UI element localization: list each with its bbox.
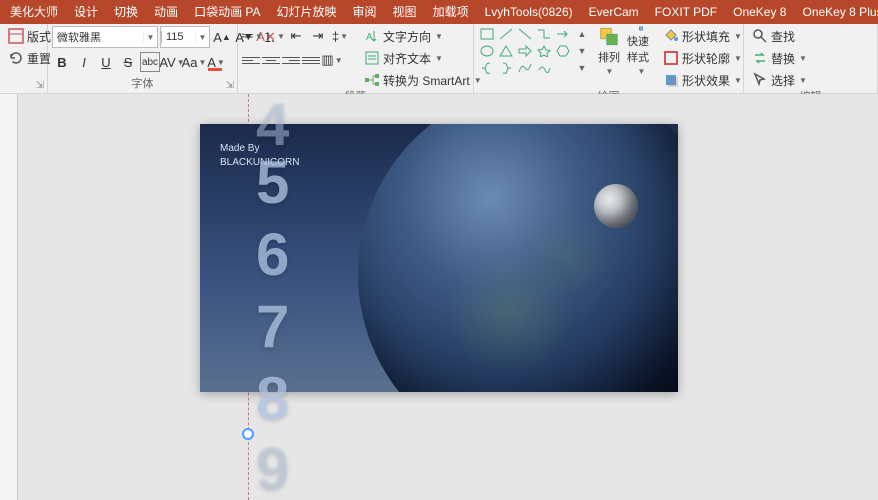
select-button[interactable]: 选择▼ [748,70,811,90]
underline-button[interactable]: U [96,52,116,72]
shape-connector[interactable] [535,26,553,42]
tab-beautify[interactable]: 美化大师 [2,0,66,24]
text-dir-icon: A [364,28,380,44]
columns[interactable]: ▥▼ [322,50,342,70]
shape-rarrow[interactable] [516,43,534,59]
group-font: 微软雅黑▼ 115▼ A▲ A▼ A✕ B I U S abc AV▼ Aa▼ … [48,24,238,93]
align-right[interactable] [282,52,300,68]
effects-icon [663,72,679,88]
vertical-ruler [0,94,18,500]
quickstyle-button[interactable]: 快速样式▼ [627,26,655,76]
number-8[interactable]: 8 [256,364,289,433]
number-7[interactable]: 7 [256,292,289,361]
tab-foxit[interactable]: FOXIT PDF [647,0,725,24]
arrange-icon [595,26,623,47]
tab-view[interactable]: 视图 [385,0,425,24]
align-text[interactable]: 对齐文本▼ [360,48,486,68]
quick-icon [627,26,655,31]
tab-animation[interactable]: 动画 [146,0,186,24]
shape-free[interactable] [535,60,553,76]
shape-fill[interactable]: 形状填充▼ [659,26,746,46]
shape-curve[interactable] [516,60,534,76]
align-justify[interactable] [302,52,320,68]
italic-button[interactable]: I [74,52,94,72]
select-icon [752,72,768,88]
shape-lbrace[interactable] [478,60,496,76]
char-spacing[interactable]: AV▼ [162,52,182,72]
replace-icon [752,50,768,66]
numbering[interactable]: ⒈▼ [264,26,284,46]
smartart-button[interactable]: 转换为 SmartArt▼ [360,70,486,90]
shape-arrow[interactable] [554,26,572,42]
selection-handle[interactable] [242,428,254,440]
replace-button[interactable]: 替换▼ [748,48,811,68]
tab-transition[interactable]: 切换 [106,0,146,24]
tab-slideshow[interactable]: 幻灯片放映 [269,0,345,24]
shape-rbrace[interactable] [497,60,515,76]
shape-hex[interactable] [554,43,572,59]
smartart-icon [364,72,380,88]
font-name-combo[interactable]: 微软雅黑▼ [52,26,158,48]
reset-icon [8,50,24,66]
moon-graphic [594,184,638,228]
textbox-button[interactable]: abc [140,52,160,72]
number-5[interactable]: 5 [256,148,289,217]
arrange-button[interactable]: 排列▼ [595,26,623,76]
font-group-label: 字体 [132,78,154,90]
earth-graphic [358,124,678,392]
ribbon: 版式▼ 重置 ⇲ 微软雅黑▼ 115▼ A▲ A▼ A✕ B I U S abc… [0,24,878,94]
indent-inc[interactable]: ⇥ [308,26,328,46]
align-text-icon [364,50,380,66]
tab-review[interactable]: 审阅 [345,0,385,24]
clipboard-launcher[interactable]: ⇲ [36,79,44,93]
shape-rect[interactable] [478,26,496,42]
font-size-combo[interactable]: 115▼ [160,26,210,48]
tab-addins[interactable]: 加载项 [425,0,477,24]
layout-icon [8,28,24,44]
font-color[interactable]: A▼ [206,52,226,72]
align-center[interactable] [262,52,280,68]
bullets[interactable]: ≔▼ [242,26,262,46]
shape-effects[interactable]: 形状效果▼ [659,70,746,90]
indent-dec[interactable]: ⇤ [286,26,306,46]
group-editing: 查找 替换▼ 选择▼ 编辑 [744,24,878,93]
font-launcher[interactable]: ⇲ [226,79,234,93]
shape-oval[interactable] [478,43,496,59]
outline-icon [663,50,679,66]
bold-button[interactable]: B [52,52,72,72]
search-icon [752,28,768,44]
ribbon-tabs: 美化大师 设计 切换 动画 口袋动画 PA 幻灯片放映 审阅 视图 加载项 Lv… [0,0,878,24]
shape-line2[interactable] [516,26,534,42]
text-direction[interactable]: A文字方向▼ [360,26,486,46]
grow-font[interactable]: A▲ [212,27,232,47]
svg-text:A: A [366,32,373,43]
shape-star[interactable] [535,43,553,59]
shapes-gallery[interactable]: ▲ ▼ ▼ [478,26,591,76]
group-drawing: ▲ ▼ ▼ 排列▼ 快速样式▼ 形状填充▼ 形状轮廓▼ 形状效果▼ [474,24,744,93]
tab-onekey8plus[interactable]: OneKey 8 Plus [794,0,878,24]
group-clipboard: 版式▼ 重置 ⇲ [0,24,48,93]
tab-onekey8[interactable]: OneKey 8 [725,0,794,24]
line-spacing[interactable]: ‡▼ [330,26,350,46]
tab-evercam[interactable]: EverCam [581,0,647,24]
shape-outline[interactable]: 形状轮廓▼ [659,48,746,68]
shape-line[interactable] [497,26,515,42]
tab-lvyh[interactable]: LvyhTools(0826) [477,0,581,24]
shape-blank [554,60,572,76]
shape-more[interactable]: ▼ [573,60,591,76]
strike-button[interactable]: S [118,52,138,72]
group-paragraph: ≔▼ ⒈▼ ⇤ ⇥ ‡▼ ▥▼ A文字方向▼ 对齐文本▼ 转换为 SmartAr… [238,24,474,93]
number-6[interactable]: 6 [256,220,289,289]
fill-icon [663,28,679,44]
find-button[interactable]: 查找 [748,26,811,46]
shape-scroll[interactable]: ▼ [573,43,591,59]
shape-expand[interactable]: ▲ [573,26,591,42]
number-9[interactable]: 9 [256,434,289,500]
tab-design[interactable]: 设计 [66,0,106,24]
shape-tri[interactable] [497,43,515,59]
align-left[interactable] [242,52,260,68]
tab-pa[interactable]: 口袋动画 PA [186,0,268,24]
slide-canvas[interactable]: Made By BLACKUNICORN 4 5 6 7 8 9 [0,94,878,500]
change-case[interactable]: Aa▼ [184,52,204,72]
